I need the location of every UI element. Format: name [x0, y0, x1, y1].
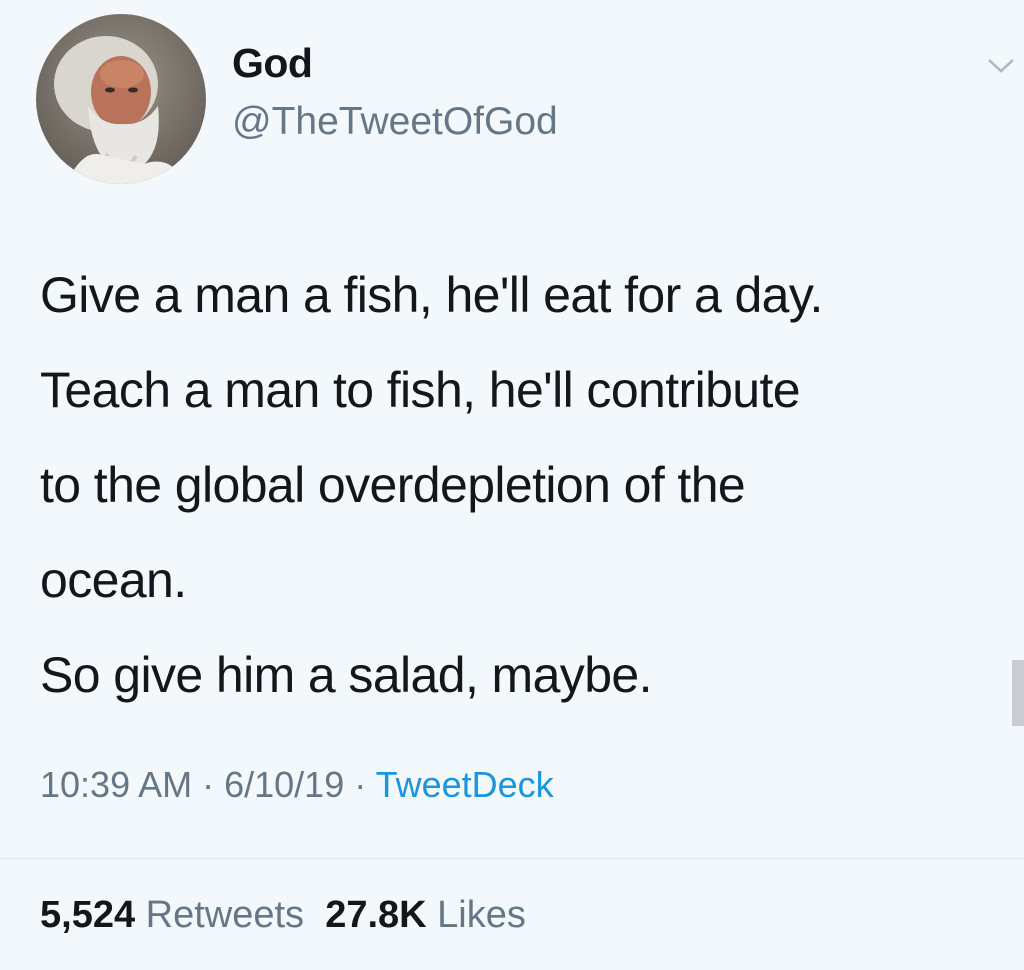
tweet-text-line: ocean.: [40, 552, 187, 608]
tweet-date[interactable]: 6/10/19: [224, 764, 344, 805]
likes-stat[interactable]: 27.8K Likes: [325, 894, 526, 936]
tweet-text: Give a man a fish, he'll eat for a day. …: [40, 248, 1010, 723]
tweet-text-line: to the global overdepletion of the: [40, 457, 746, 513]
meta-separator: ·: [192, 764, 225, 805]
display-name[interactable]: God: [232, 40, 313, 87]
retweets-stat[interactable]: 5,524 Retweets: [40, 894, 304, 936]
likes-label: Likes: [437, 894, 526, 936]
tweet-meta: 10:39 AM · 6/10/19 · TweetDeck: [40, 764, 554, 806]
tweet-stats: 5,524 Retweets 27.8K Likes: [40, 894, 526, 937]
avatar[interactable]: [36, 14, 206, 184]
scrollbar-thumb[interactable]: [1012, 660, 1024, 726]
retweets-count: 5,524: [40, 894, 136, 936]
chevron-down-icon[interactable]: [986, 56, 1016, 76]
tweet-text-line: Give a man a fish, he'll eat for a day.: [40, 267, 823, 323]
tweet-time[interactable]: 10:39 AM: [40, 764, 192, 805]
retweets-label: Retweets: [145, 894, 305, 936]
meta-separator: ·: [344, 764, 376, 805]
likes-count: 27.8K: [325, 894, 427, 936]
tweet-text-line: So give him a salad, maybe.: [40, 647, 653, 703]
tweet-text-line: Teach a man to fish, he'll contribute: [40, 362, 801, 418]
divider: [0, 858, 1024, 859]
tweet-source-link[interactable]: TweetDeck: [376, 764, 554, 805]
user-handle[interactable]: @TheTweetOfGod: [232, 100, 558, 144]
tweet-card: God @TheTweetOfGod Give a man a fish, he…: [0, 0, 1024, 970]
